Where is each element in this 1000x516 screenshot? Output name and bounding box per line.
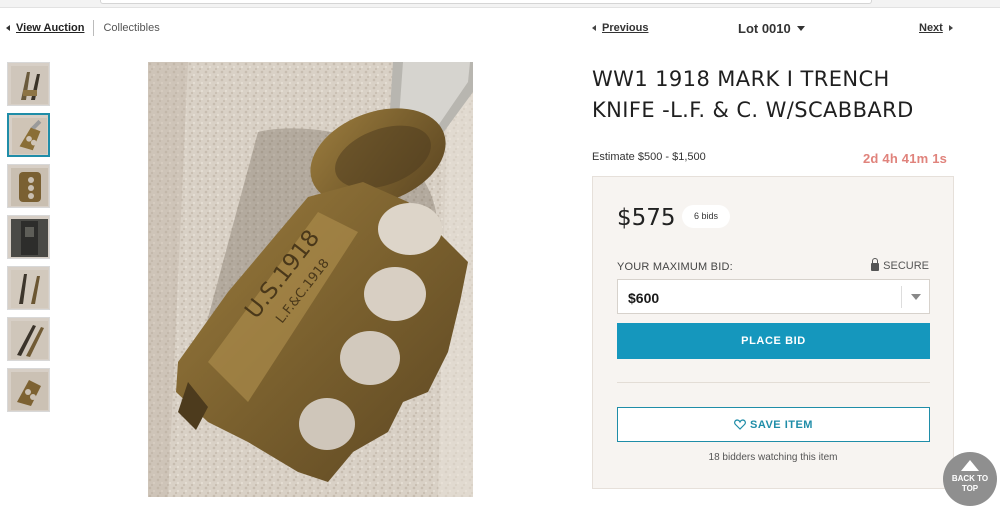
thumbnail-3[interactable] — [7, 164, 50, 208]
chevron-right-icon — [948, 25, 953, 31]
max-bid-label: YOUR MAXIMUM BID: — [617, 261, 733, 273]
thumbnail-6[interactable] — [7, 317, 50, 361]
max-bid-select[interactable]: $600 — [617, 279, 930, 314]
bid-count-badge[interactable]: 6 bids — [682, 205, 731, 228]
heart-icon — [734, 419, 746, 430]
panel-divider — [617, 382, 930, 383]
breadcrumb-divider — [93, 20, 95, 36]
secure-indicator: SECURE — [871, 258, 929, 272]
knife-photo-icon — [11, 372, 48, 410]
scabbard-photo-icon — [11, 219, 48, 257]
trench-knife-photo: U.S.1918 L.F.&C.1918 — [148, 62, 473, 497]
estimate-text: Estimate $500 - $1,500 — [592, 151, 706, 163]
chevron-down-icon — [911, 294, 921, 300]
knife-photo-icon — [11, 66, 48, 104]
back-to-top-line1: BACK TO — [951, 474, 989, 483]
selected-bid-value: $600 — [628, 290, 660, 306]
secure-label: SECURE — [883, 260, 929, 272]
thumbnail-1[interactable] — [7, 62, 50, 106]
item-title: WW1 1918 MARK I TRENCH KNIFE -L.F. & C. … — [592, 67, 914, 122]
lot-selector[interactable]: Lot 0010 — [738, 20, 805, 36]
thumbnail-4[interactable] — [7, 215, 50, 259]
category-label: Collectibles — [103, 22, 160, 34]
knife-photo-icon — [11, 321, 48, 359]
current-price: $575 — [617, 205, 676, 231]
thumbnail-7[interactable] — [7, 368, 50, 412]
save-item-button[interactable]: SAVE ITEM — [617, 407, 930, 442]
knife-photo-icon — [12, 118, 47, 154]
bid-panel: $575 6 bids YOUR MAXIMUM BID: SECURE $60… — [592, 176, 954, 489]
main-item-photo[interactable]: U.S.1918 L.F.&C.1918 — [148, 62, 473, 497]
lock-icon — [871, 258, 880, 271]
back-to-top-line2: TOP — [961, 484, 979, 493]
thumbnail-5[interactable] — [7, 266, 50, 310]
thumbnail-2[interactable] — [7, 113, 50, 157]
knife-photo-icon — [11, 168, 48, 206]
previous-lot-nav[interactable]: Previous — [592, 20, 648, 36]
browser-toolbar — [0, 0, 1000, 8]
watchers-count: 18 bidders watching this item — [708, 452, 838, 463]
select-divider — [901, 286, 902, 308]
breadcrumb: View Auction Collectibles — [6, 20, 160, 36]
place-bid-button[interactable]: PLACE BID — [617, 323, 930, 359]
next-lot-nav[interactable]: Next — [919, 20, 953, 36]
thumbnail-strip — [7, 62, 51, 419]
knife-photo-icon — [11, 270, 48, 308]
time-remaining: 2d 4h 41m 1s — [863, 151, 948, 166]
save-item-label: SAVE ITEM — [750, 418, 813, 431]
address-bar[interactable] — [100, 0, 872, 4]
next-link[interactable]: Next — [919, 22, 943, 34]
arrow-up-icon — [961, 460, 979, 471]
chevron-left-icon — [6, 25, 10, 31]
chevron-left-icon — [592, 25, 596, 31]
previous-link[interactable]: Previous — [602, 22, 648, 34]
view-auction-link[interactable]: View Auction — [16, 22, 84, 34]
caret-down-icon — [796, 25, 805, 31]
lot-number: Lot 0010 — [738, 20, 791, 36]
back-to-top-button[interactable]: BACK TO TOP — [943, 452, 997, 506]
